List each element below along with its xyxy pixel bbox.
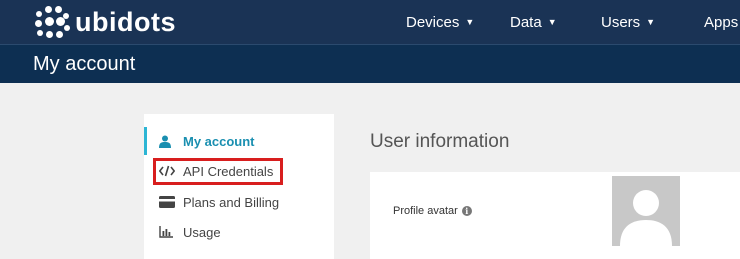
nav-apps-label: Apps	[704, 13, 739, 31]
bar-chart-icon	[159, 226, 183, 238]
page-header: My account	[0, 44, 740, 83]
brand-logo[interactable]: ubidots	[35, 5, 176, 39]
user-icon	[159, 135, 183, 148]
sidebar-item-usage[interactable]: Usage	[144, 218, 334, 246]
nav-apps[interactable]: Apps	[704, 0, 738, 44]
nav-data[interactable]: Data ▼	[510, 0, 557, 44]
brand-name: ubidots	[75, 6, 176, 37]
profile-avatar-label: Profile avatar	[393, 205, 458, 217]
sidebar-item-label: Plans and Billing	[183, 194, 280, 210]
page-title: My account	[33, 53, 136, 75]
top-navbar: ubidots Devices ▼ Data ▼ Users ▼ Apps	[0, 0, 740, 44]
section-title: User information	[370, 131, 510, 152]
avatar-placeholder-icon	[612, 176, 680, 246]
sidebar-item-label: My account	[183, 133, 255, 149]
sidebar-item-label: Usage	[183, 224, 221, 240]
caret-down-icon: ▼	[547, 17, 557, 27]
nav-users-label: Users	[601, 13, 641, 31]
highlight-box	[153, 158, 283, 185]
sidebar-item-my-account[interactable]: My account	[144, 127, 334, 155]
nav-data-label: Data	[510, 13, 542, 31]
info-icon[interactable]: i	[461, 206, 472, 216]
nav-devices-label: Devices	[406, 13, 460, 31]
caret-down-icon: ▼	[465, 17, 475, 27]
credit-card-icon	[159, 196, 183, 208]
sidebar-item-plans-billing[interactable]: Plans and Billing	[144, 188, 334, 216]
nav-devices[interactable]: Devices ▼	[406, 0, 474, 44]
profile-avatar-row: Profile avatar i	[393, 205, 472, 217]
dots-logo-icon	[35, 5, 70, 39]
profile-avatar[interactable]	[612, 176, 680, 246]
caret-down-icon: ▼	[646, 17, 656, 27]
user-info-card: Profile avatar i	[370, 172, 740, 259]
account-sidebar: My account API Credentials Plans and Bil…	[144, 114, 334, 259]
nav-users[interactable]: Users ▼	[601, 0, 655, 44]
